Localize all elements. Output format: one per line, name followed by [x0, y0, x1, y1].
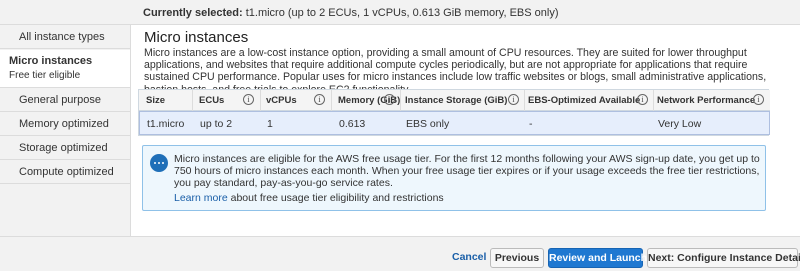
column-divider — [331, 90, 332, 111]
sidebar-item-label: Memory optimized — [19, 118, 109, 130]
instance-types-table: Size ECUs i vCPUs i Memory (GiB) i Insta… — [138, 89, 770, 136]
free-tier-notice-text: Micro instances are eligible for the AWS… — [174, 153, 760, 190]
column-header-vcpus[interactable]: vCPUs — [266, 95, 297, 106]
currently-selected-text: Currently selected: t1.micro (up to 2 EC… — [143, 7, 559, 19]
learn-more-suffix: about free usage tier eligibility and re… — [230, 192, 444, 204]
sidebar-item-label: Compute optimized — [19, 166, 114, 178]
table-row[interactable]: t1.micro up to 2 1 0.613 EBS only - Very… — [139, 111, 770, 135]
ebs-optimized-info-icon[interactable]: i — [637, 94, 648, 105]
instance-family-panel: Micro instances Micro instances are a lo… — [130, 25, 800, 236]
vcpus-info-icon[interactable]: i — [314, 94, 325, 105]
column-header-ebs-optimized[interactable]: EBS-Optimized Available — [528, 95, 640, 106]
column-header-instance-storage[interactable]: Instance Storage (GiB) — [405, 95, 507, 106]
column-divider — [192, 90, 193, 111]
next-configure-instance-details-button[interactable]: Next: Configure Instance Details — [647, 248, 800, 268]
column-header-size[interactable]: Size — [146, 95, 165, 106]
sidebar-item-label: Storage optimized — [19, 142, 108, 154]
sidebar-item-general-purpose[interactable]: General purpose — [0, 88, 130, 112]
cell-instance-storage: EBS only — [406, 118, 450, 130]
ecus-info-icon[interactable]: i — [243, 94, 254, 105]
column-header-network-performance[interactable]: Network Performance — [657, 95, 755, 106]
sidebar-item-micro-instances[interactable]: Micro instances Free tier eligible — [0, 50, 131, 88]
free-tier-notice: Micro instances are eligible for the AWS… — [142, 145, 766, 211]
cell-vcpus: 1 — [267, 118, 273, 130]
column-divider — [653, 90, 654, 111]
column-header-ecus[interactable]: ECUs — [199, 95, 224, 106]
sidebar-item-label: Micro instances — [9, 55, 93, 67]
free-tier-notice-link-line: Learn more about free usage tier eligibi… — [174, 192, 444, 204]
cell-memory: 0.613 — [339, 118, 366, 130]
cell-network-performance: Very Low — [658, 118, 702, 130]
column-divider — [524, 90, 525, 111]
sidebar-item-storage-optimized[interactable]: Storage optimized — [0, 136, 130, 160]
previous-button[interactable]: Previous — [490, 248, 544, 268]
memory-info-icon[interactable]: i — [384, 94, 395, 105]
speech-bubble-icon — [150, 154, 168, 172]
sidebar-item-memory-optimized[interactable]: Memory optimized — [0, 112, 130, 136]
cell-size: t1.micro — [147, 118, 185, 130]
free-tier-eligible-label: Free tier eligible — [9, 70, 81, 81]
sidebar-item-all-instance-types[interactable]: All instance types — [0, 25, 130, 49]
page-title: Micro instances — [144, 29, 249, 46]
table-header: Size ECUs i vCPUs i Memory (GiB) i Insta… — [139, 90, 770, 111]
network-performance-info-icon[interactable]: i — [753, 94, 764, 105]
currently-selected-label: Currently selected: — [143, 7, 243, 19]
sidebar-item-compute-optimized[interactable]: Compute optimized — [0, 160, 130, 184]
sidebar-item-label: General purpose — [19, 94, 101, 106]
column-divider — [400, 90, 401, 111]
learn-more-link[interactable]: Learn more — [174, 192, 228, 204]
instance-storage-info-icon[interactable]: i — [508, 94, 519, 105]
instance-family-sidebar: All instance types Micro instances Free … — [0, 25, 131, 196]
cell-ebs-optimized: - — [529, 118, 533, 130]
currently-selected-value: t1.micro (up to 2 ECUs, 1 vCPUs, 0.613 G… — [245, 7, 559, 19]
cancel-button[interactable]: Cancel — [452, 251, 486, 263]
cell-ecus: up to 2 — [200, 118, 233, 130]
sidebar-item-label: All instance types — [19, 31, 105, 43]
wizard-footer: Cancel Previous Review and Launch Next: … — [0, 236, 800, 271]
column-divider — [260, 90, 261, 111]
review-and-launch-button[interactable]: Review and Launch — [548, 248, 647, 268]
selection-summary-bar: Currently selected: t1.micro (up to 2 EC… — [0, 0, 800, 25]
